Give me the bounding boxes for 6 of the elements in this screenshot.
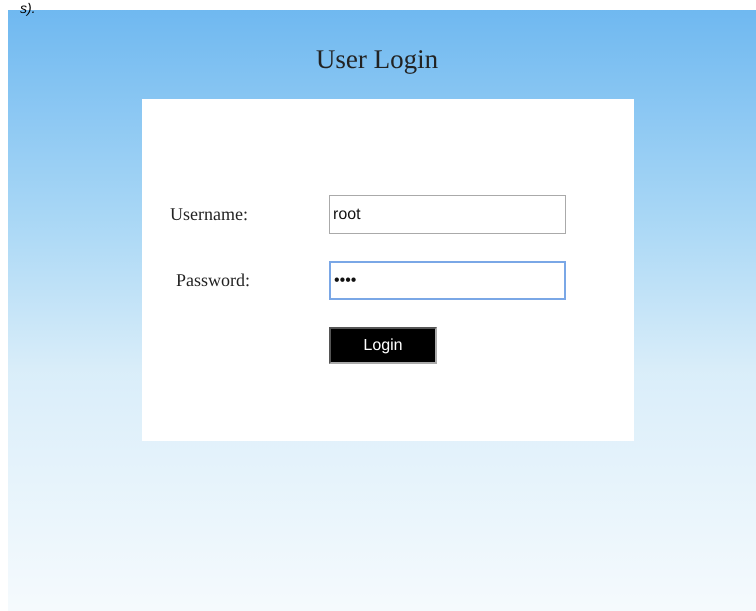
input-field[interactable]: •••• bbox=[329, 261, 566, 300]
page-title: User Login bbox=[314, 44, 440, 75]
input-field[interactable]: root bbox=[329, 195, 566, 234]
login-button[interactable]: Login bbox=[329, 327, 437, 364]
field-label: Username: bbox=[169, 204, 249, 225]
field-label: Password: bbox=[175, 270, 252, 291]
